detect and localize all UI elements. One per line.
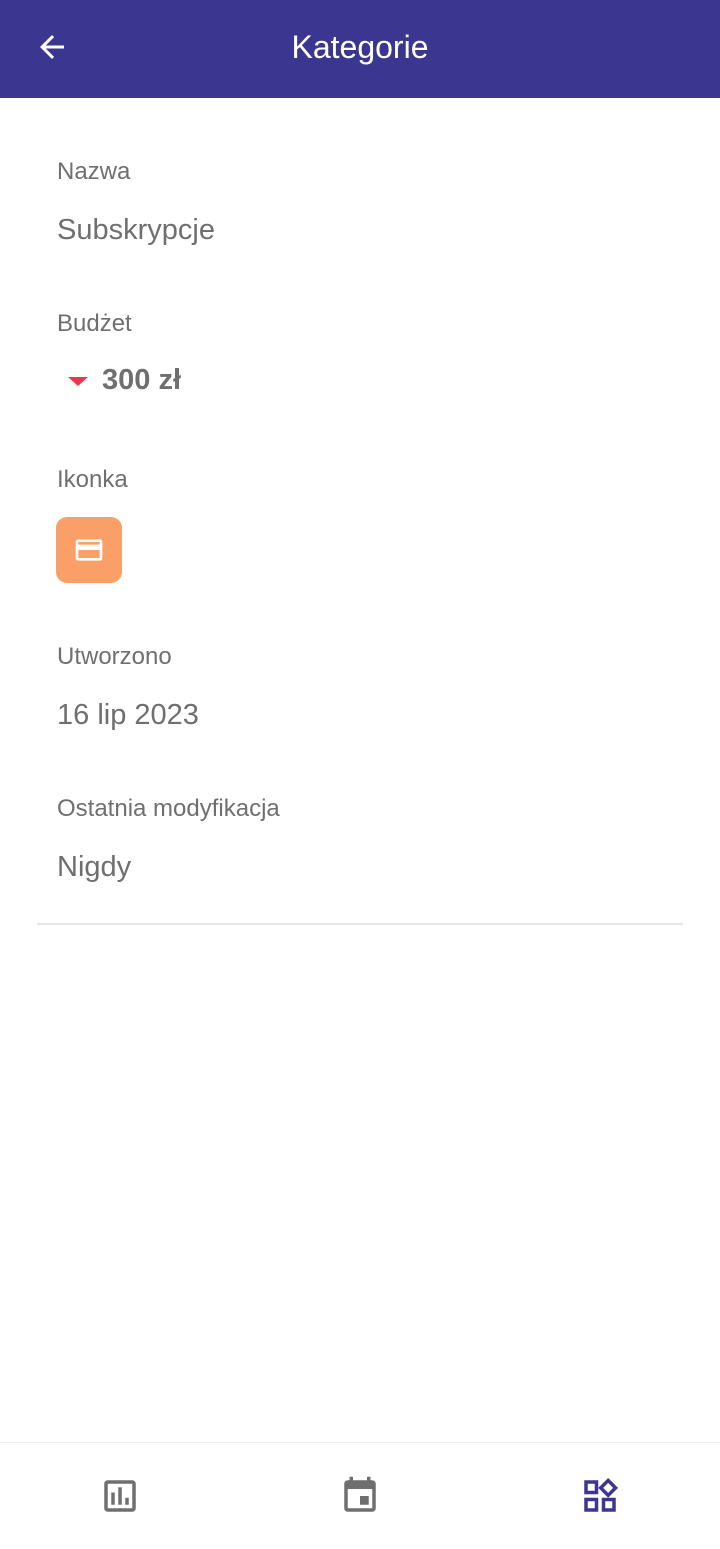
category-icon-tile — [56, 517, 122, 583]
nav-item-calendar[interactable] — [320, 1461, 400, 1531]
divider — [37, 923, 683, 925]
calendar-event-icon — [344, 1476, 376, 1512]
app-bar: Kategorie — [0, 0, 720, 98]
credit-card-icon — [75, 539, 103, 561]
icon-label: Ikonka — [57, 466, 128, 493]
bottom-navigation — [0, 1442, 720, 1549]
name-label: Nazwa — [57, 158, 131, 185]
nav-item-categories[interactable] — [560, 1461, 640, 1531]
page-title: Kategorie — [291, 28, 429, 65]
budget-amount: 300 zł — [102, 364, 181, 396]
budget-label: Budżet — [57, 310, 132, 337]
created-label: Utworzono — [57, 643, 172, 670]
name-value: Subskrypcje — [57, 214, 215, 246]
modified-value: Nigdy — [57, 851, 132, 883]
modified-label: Ostatnia modyfikacja — [57, 795, 280, 822]
categories-icon — [584, 1477, 619, 1512]
bar-chart-icon — [104, 1480, 136, 1512]
triangle-down-icon — [68, 377, 88, 386]
created-value: 16 lip 2023 — [57, 699, 199, 731]
budget-value-row: 300 zł — [68, 364, 181, 397]
nav-item-statistics[interactable] — [80, 1461, 160, 1531]
